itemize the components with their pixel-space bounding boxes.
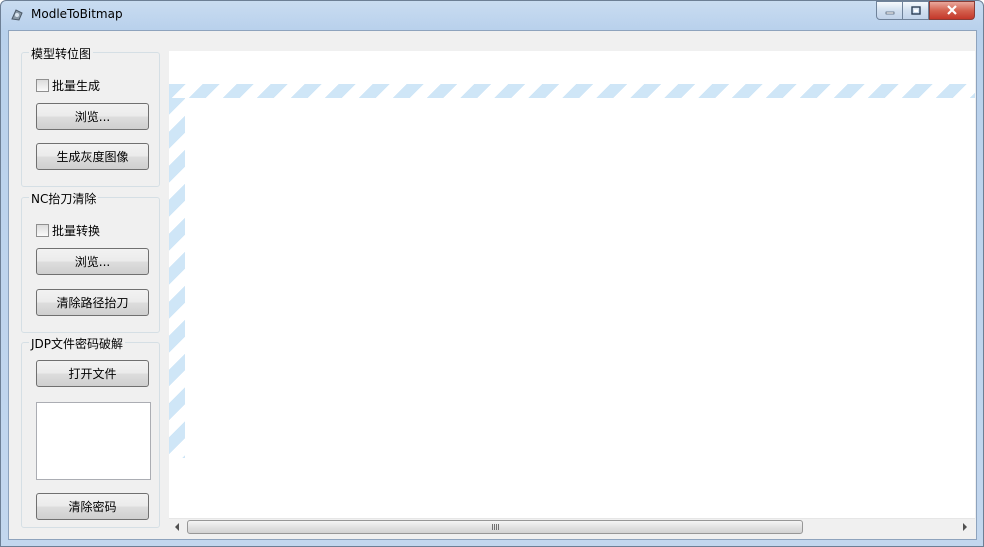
generate-grayscale-button[interactable]: 生成灰度图像	[36, 143, 149, 170]
close-button[interactable]	[929, 1, 975, 20]
title-bar[interactable]: ModleToBitmap	[1, 1, 983, 29]
preview-canvas[interactable]	[169, 51, 975, 518]
close-icon	[946, 4, 958, 18]
minimize-icon	[885, 4, 895, 18]
open-file-button[interactable]: 打开文件	[36, 360, 149, 387]
client-area: 模型转位图 批量生成 浏览... 生成灰度图像 NC抬刀清除 批量转换 浏览..…	[8, 30, 977, 540]
clear-password-button[interactable]: 清除密码	[36, 493, 149, 520]
scrollbar-thumb[interactable]	[187, 520, 803, 534]
batch-convert-label: 批量转换	[52, 224, 101, 238]
horizontal-scrollbar[interactable]	[169, 518, 975, 536]
group-title-nc: NC抬刀清除	[29, 190, 99, 207]
password-output-box[interactable]	[36, 402, 151, 480]
grip-icon	[491, 524, 499, 530]
clear-path-lift-button[interactable]: 清除路径抬刀	[36, 289, 149, 316]
nc-lift-clear-group: NC抬刀清除 批量转换 浏览... 清除路径抬刀	[21, 190, 160, 333]
minimize-button[interactable]	[876, 1, 903, 20]
hatch-border-top	[169, 84, 975, 98]
chevron-right-icon[interactable]	[960, 522, 970, 532]
app-icon	[9, 7, 25, 23]
maximize-button[interactable]	[902, 1, 929, 20]
group-title-jdp: JDP文件密码破解	[29, 335, 126, 352]
model-to-bitmap-group: 模型转位图 批量生成 浏览... 生成灰度图像	[21, 45, 160, 187]
batch-generate-checkbox[interactable]: 批量生成	[36, 77, 100, 94]
checkbox-box[interactable]	[36, 224, 49, 237]
nc-browse-button[interactable]: 浏览...	[36, 248, 149, 275]
chevron-left-icon[interactable]	[172, 522, 182, 532]
checkbox-box[interactable]	[36, 79, 49, 92]
maximize-icon	[910, 4, 921, 18]
batch-generate-label: 批量生成	[52, 79, 101, 93]
batch-convert-checkbox[interactable]: 批量转换	[36, 222, 100, 239]
group-title-model: 模型转位图	[29, 45, 94, 62]
app-window: ModleToBitmap 模型转位图 批量生成 浏览... 生成灰度图像 NC…	[0, 0, 984, 547]
hatch-border-left	[169, 98, 185, 458]
model-browse-button[interactable]: 浏览...	[36, 103, 149, 130]
window-title: ModleToBitmap	[31, 7, 123, 21]
jdp-password-group: JDP文件密码破解 打开文件 清除密码	[21, 335, 160, 528]
